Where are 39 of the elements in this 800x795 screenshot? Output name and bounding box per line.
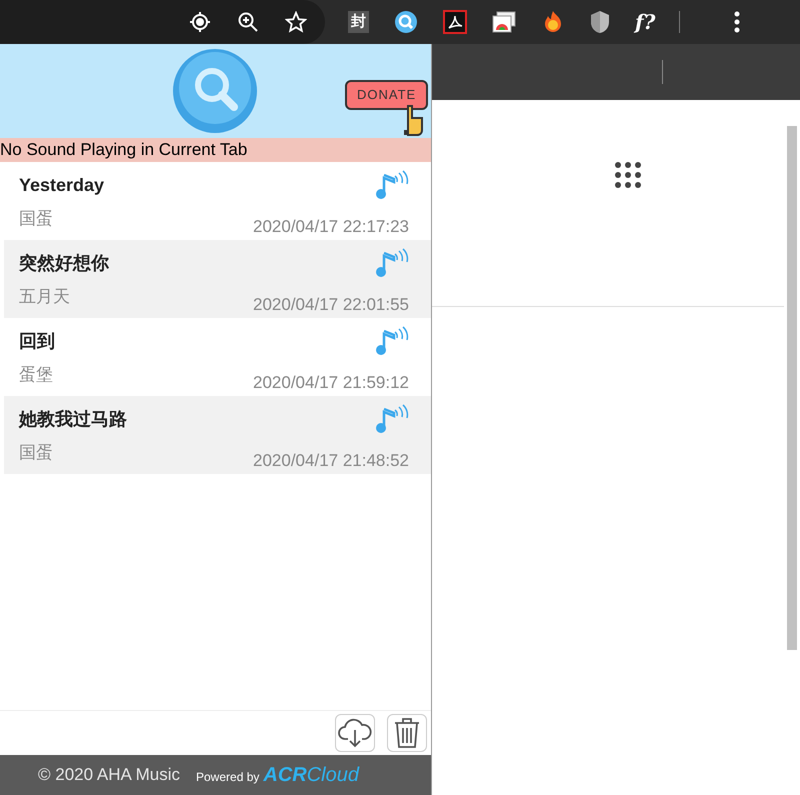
windows-icon[interactable] <box>492 11 516 33</box>
artist-name: 蛋堡 <box>19 364 53 386</box>
music-note-icon <box>375 404 409 434</box>
powered-by-text: Powered by <box>196 769 260 786</box>
song-title: 突然好想你 <box>19 252 109 275</box>
target-icon[interactable] <box>189 11 211 33</box>
artist-name: 五月天 <box>19 286 70 308</box>
trash-icon <box>393 717 421 749</box>
song-title: 她教我过马路 <box>19 408 127 431</box>
delete-button[interactable] <box>387 714 427 752</box>
cloud-download-icon <box>338 718 372 748</box>
timestamp: 2020/04/17 22:01:55 <box>253 294 409 316</box>
timestamp: 2020/04/17 22:17:23 <box>253 216 409 238</box>
copyright-text: © 2020 AHA Music <box>38 764 180 786</box>
zoom-icon[interactable] <box>237 11 259 33</box>
extension-button[interactable]: 封 <box>348 11 369 33</box>
download-button[interactable] <box>335 714 375 752</box>
menu-icon[interactable] <box>734 11 740 33</box>
apps-grid-icon[interactable] <box>614 161 642 189</box>
music-note-icon <box>375 248 409 278</box>
music-note-icon <box>375 170 409 200</box>
artist-name: 国蛋 <box>19 442 53 464</box>
acrcloud-logo: ACRCloud <box>263 763 359 788</box>
history-row[interactable]: 她教我过马路 国蛋 2020/04/17 21:48:52 <box>4 396 431 474</box>
song-title: Yesterday <box>19 174 104 197</box>
status-banner: No Sound Playing in Current Tab <box>0 138 431 162</box>
timestamp: 2020/04/17 21:59:12 <box>253 372 409 394</box>
music-note-icon <box>375 326 409 356</box>
history-row[interactable]: 突然好想你 五月天 2020/04/17 22:01:55 <box>4 240 431 318</box>
magnifier-icon[interactable] <box>394 10 418 34</box>
artist-name: 国蛋 <box>19 208 53 230</box>
star-icon[interactable] <box>285 11 307 33</box>
scrollbar-thumb[interactable] <box>787 126 797 650</box>
extension-button[interactable]: f? <box>635 7 656 37</box>
donate-button[interactable]: DONATE <box>345 80 428 110</box>
timestamp: 2020/04/17 21:48:52 <box>253 450 409 472</box>
pdf-icon[interactable] <box>443 10 467 34</box>
song-title: 回到 <box>19 330 55 353</box>
shield-icon[interactable] <box>590 10 610 34</box>
